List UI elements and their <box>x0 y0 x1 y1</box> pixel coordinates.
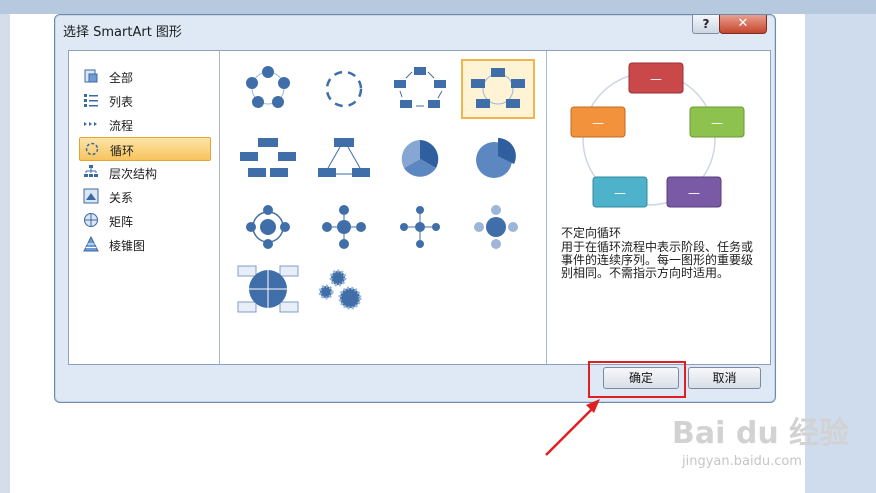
category-label: 列表 <box>109 95 134 109</box>
layout-thumbnail-diverging-radial[interactable] <box>385 199 455 255</box>
category-list: 全部 列表 流程 循环 层次结构 关系 矩阵 棱锥图 <box>69 51 220 364</box>
text-cycle-icon <box>325 70 363 108</box>
dialog-titlebar: 选择 SmartArt 图形 ? ✕ <box>55 15 775 43</box>
layout-thumbnail-text-cycle[interactable] <box>309 61 379 117</box>
category-label: 矩阵 <box>109 215 134 229</box>
category-label: 循环 <box>110 144 135 158</box>
continuous-cycle-icon <box>240 138 296 177</box>
layout-thumbnail-pie-cycle[interactable] <box>461 131 531 187</box>
help-button[interactable]: ? <box>692 15 720 34</box>
close-button[interactable]: ✕ <box>719 15 767 34</box>
cancel-button[interactable]: 取消 <box>688 367 761 389</box>
pyramid-icon <box>83 236 99 252</box>
baidu-jingyan-watermark: Bai du 经验 jingyan.baidu.com <box>672 408 872 478</box>
matrix-icon <box>84 213 98 227</box>
watermark-url: jingyan.baidu.com <box>682 454 802 469</box>
basic-cycle-icon <box>246 66 290 108</box>
smartart-dialog: 选择 SmartArt 图形 ? ✕ 全部 列表 流程 循环 层次结构 关系 矩… <box>54 14 776 403</box>
radial-spokes-icon <box>322 205 366 249</box>
category-pyramid[interactable]: 棱锥图 <box>79 233 209 255</box>
category-list-item[interactable]: 列表 <box>79 89 209 111</box>
svg-text:—: — <box>592 116 604 130</box>
all-icon <box>84 69 98 83</box>
layout-thumbnail-radial-cycle[interactable] <box>309 199 379 255</box>
layout-thumbnail-nondirectional-cycle[interactable] <box>461 59 535 119</box>
cycle-quadrant-icon <box>237 265 299 313</box>
svg-text:—: — <box>614 186 626 200</box>
dialog-title: 选择 SmartArt 图形 <box>63 25 182 40</box>
category-cycle[interactable]: 循环 <box>79 137 211 161</box>
watermark-logo: Bai du 经验 <box>672 416 850 451</box>
category-hierarchy[interactable]: 层次结构 <box>79 161 209 183</box>
preview-node-bottom-right: — <box>666 176 722 208</box>
layout-thumbnail-segmented-cycle[interactable] <box>385 131 455 187</box>
nondirectional-cycle-icon <box>471 68 525 108</box>
category-relationship[interactable]: 关系 <box>79 185 209 207</box>
category-matrix[interactable]: 矩阵 <box>79 209 209 231</box>
block-cycle-icon <box>394 67 446 108</box>
layout-description: 用于在循环流程中表示阶段、任务或事件的连续序列。每一图形的重要级别相同。不需指示… <box>561 240 754 280</box>
dialog-content-panel: 全部 列表 流程 循环 层次结构 关系 矩阵 棱锥图 — — — — — 不定向… <box>68 50 771 365</box>
layout-thumbnail-gear[interactable] <box>309 261 379 317</box>
radial-venn-icon <box>474 205 518 249</box>
app-background-bar <box>0 0 876 14</box>
gear-icon <box>318 269 362 310</box>
category-label: 棱锥图 <box>109 239 146 253</box>
layout-thumbnail-cycle-matrix[interactable] <box>309 131 379 187</box>
relationship-icon <box>83 188 99 204</box>
svg-text:—: — <box>711 116 723 130</box>
category-all[interactable]: 全部 <box>79 65 209 87</box>
hierarchy-icon <box>84 165 98 177</box>
layout-name: 不定向循环 <box>561 226 622 240</box>
category-process[interactable]: 流程 <box>79 113 209 135</box>
process-icon <box>84 122 97 126</box>
category-label: 流程 <box>109 119 134 133</box>
layout-thumbnail-block-cycle[interactable] <box>385 61 455 117</box>
preview-node-right: — <box>689 106 745 138</box>
layout-gallery <box>220 51 547 364</box>
svg-text:—: — <box>688 186 700 200</box>
layout-thumbnail-radial-venn[interactable] <box>461 199 531 255</box>
preview-node-top: — <box>628 62 684 94</box>
preview-node-left: — <box>570 106 626 138</box>
layout-thumbnail-cycle-quadrant[interactable] <box>233 261 303 317</box>
category-label: 全部 <box>109 71 134 85</box>
layout-thumbnail-basic-cycle[interactable] <box>233 61 303 117</box>
ok-button-highlight <box>588 361 686 398</box>
list-icon <box>84 94 98 107</box>
category-label: 关系 <box>109 191 134 205</box>
preview-diagram: — — — — — <box>570 62 745 208</box>
category-label: 层次结构 <box>109 167 158 181</box>
layout-preview-pane: — — — — — 不定向循环 用于在循环流程中表示阶段、任务或事件的连续序列。… <box>547 51 769 364</box>
layout-thumbnail-gear-cycle-a[interactable] <box>233 199 303 255</box>
pie-cycle-icon <box>476 138 516 178</box>
layout-thumbnail-continuous-cycle[interactable] <box>233 131 303 187</box>
svg-text:—: — <box>650 72 662 86</box>
red-arrow-annotation <box>545 399 600 456</box>
cycle-matrix-icon <box>318 138 370 177</box>
diverging-radial-icon <box>400 206 440 248</box>
segmented-cycle-icon <box>401 140 439 177</box>
radial-cycle-icon <box>246 205 290 249</box>
cycle-icon <box>85 142 99 156</box>
preview-node-bottom-left: — <box>592 176 648 208</box>
